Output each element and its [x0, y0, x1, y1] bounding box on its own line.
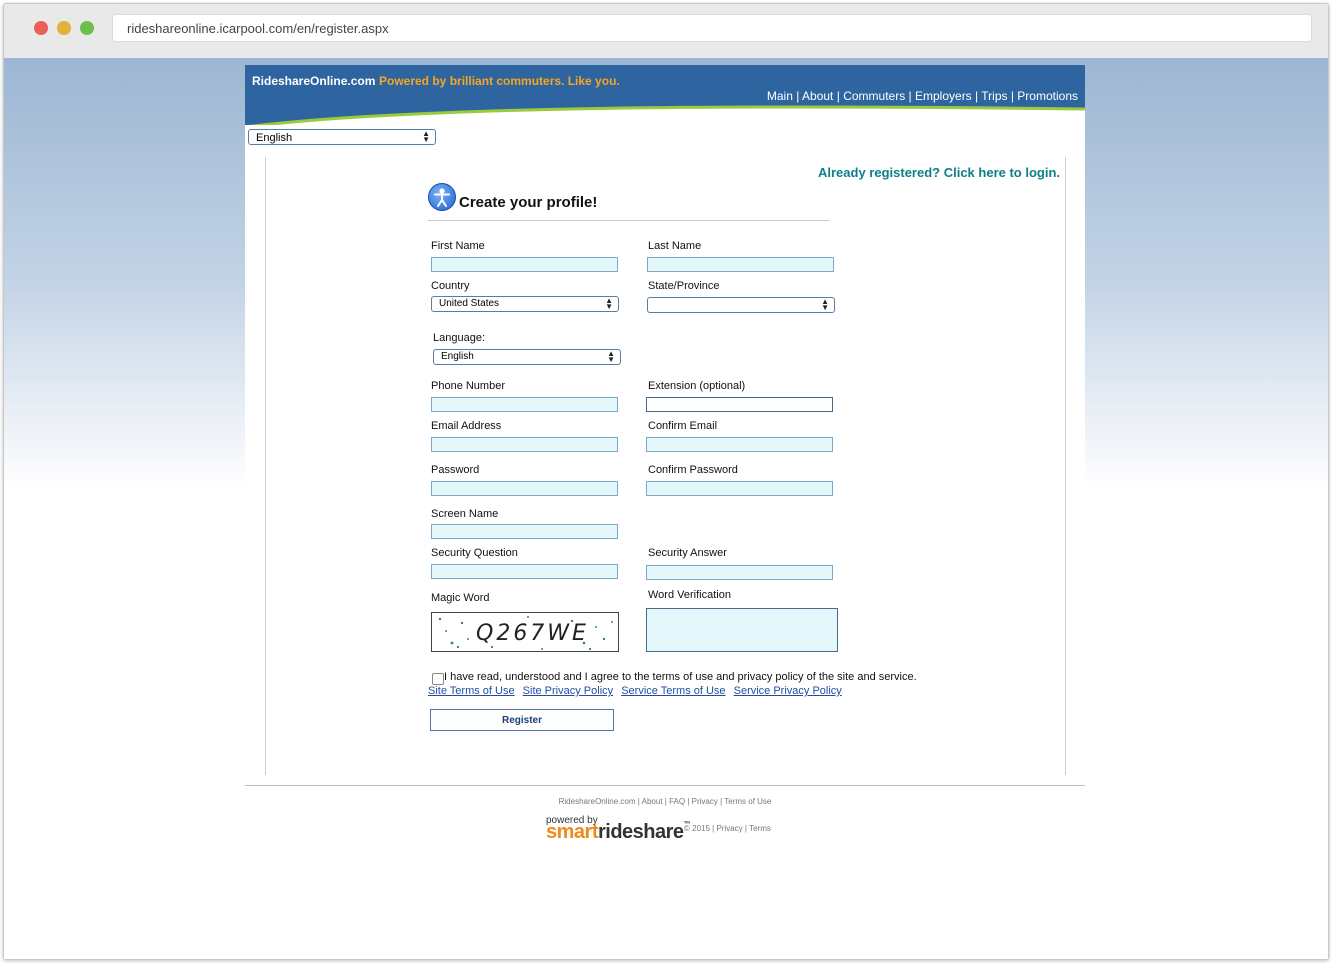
select-arrows-icon: ▲ ▼	[605, 296, 613, 311]
select-arrows-icon: ▲ ▼	[607, 349, 615, 364]
footer-divider	[245, 785, 1085, 786]
maximize-window-button[interactable]	[80, 21, 94, 35]
captcha-image: Q267WE	[431, 612, 619, 652]
confirm-email-label: Confirm Email	[648, 420, 718, 432]
email-label: Email Address	[431, 420, 502, 432]
nav-commuters[interactable]: Commuters	[843, 89, 905, 103]
page-title: Create your profile!	[459, 194, 598, 211]
site-tagline: Powered by brilliant commuters. Like you…	[379, 74, 620, 88]
nav-promotions[interactable]: Promotions	[1017, 89, 1078, 103]
state-label: State/Province	[648, 280, 720, 292]
nav-main[interactable]: Main	[767, 89, 793, 103]
last-name-input[interactable]	[647, 257, 834, 272]
footer-links: RideshareOnline.com | About | FAQ | Priv…	[558, 797, 772, 806]
extension-label: Extension (optional)	[648, 380, 746, 392]
address-bar[interactable]: rideshareonline.icarpool.com/en/register…	[112, 14, 1312, 42]
security-answer-label: Security Answer	[648, 547, 727, 559]
main-nav: Main | About | Commuters | Employers | T…	[766, 89, 1078, 103]
login-link[interactable]: Already registered? Click here to login.	[818, 165, 1060, 180]
page-viewport: RideshareOnline.com Powered by brilliant…	[4, 58, 1328, 959]
first-name-input[interactable]	[431, 257, 618, 272]
confirm-password-label: Confirm Password	[648, 464, 738, 476]
logo-smart: smart	[546, 821, 598, 843]
site-brand[interactable]: RideshareOnline.com	[252, 74, 375, 88]
footer-privacy-link[interactable]: Privacy	[692, 797, 718, 806]
title-divider	[428, 220, 830, 221]
select-arrows-icon: ▲ ▼	[422, 129, 430, 144]
powered-terms-link[interactable]: Terms	[749, 824, 771, 833]
state-select[interactable]: ▲ ▼	[647, 297, 835, 313]
powered-privacy-link[interactable]: Privacy	[716, 824, 742, 833]
service-terms-link[interactable]: Service Terms of Use	[621, 685, 725, 697]
phone-label: Phone Number	[431, 380, 505, 392]
register-button[interactable]: Register	[430, 709, 614, 731]
security-question-input[interactable]	[431, 564, 618, 579]
extension-input[interactable]	[646, 397, 833, 412]
security-answer-input[interactable]	[646, 565, 833, 580]
language-label: Language:	[433, 332, 485, 344]
password-label: Password	[431, 464, 480, 476]
confirm-email-input[interactable]	[646, 437, 833, 452]
agree-checkbox[interactable]	[432, 673, 444, 685]
password-input[interactable]	[431, 481, 618, 496]
person-icon	[428, 183, 456, 211]
site-privacy-link[interactable]: Site Privacy Policy	[523, 685, 613, 697]
nav-employers[interactable]: Employers	[915, 89, 972, 103]
site-terms-link[interactable]: Site Terms of Use	[428, 685, 515, 697]
minimize-window-button[interactable]	[57, 21, 71, 35]
select-arrows-icon: ▲ ▼	[821, 297, 829, 312]
footer-home-link[interactable]: RideshareOnline.com	[559, 797, 636, 806]
screen-name-input[interactable]	[431, 524, 618, 539]
browser-window: rideshareonline.icarpool.com/en/register…	[3, 3, 1329, 960]
smartrideshare-logo[interactable]: smartrideshare™	[546, 821, 691, 844]
nav-trips[interactable]: Trips	[981, 89, 1007, 103]
copyright-text: © 2015	[684, 824, 710, 833]
country-label: Country	[431, 280, 470, 292]
browser-toolbar: rideshareonline.icarpool.com/en/register…	[4, 4, 1328, 59]
policy-links: Site Terms of Use Site Privacy Policy Se…	[428, 685, 847, 697]
copyright: © 2015 | Privacy | Terms	[684, 824, 771, 833]
language-select[interactable]: English ▲ ▼	[433, 349, 621, 365]
phone-input[interactable]	[431, 397, 618, 412]
confirm-password-input[interactable]	[646, 481, 833, 496]
last-name-label: Last Name	[648, 240, 702, 252]
close-window-button[interactable]	[34, 21, 48, 35]
footer-about-link[interactable]: About	[642, 797, 663, 806]
word-verification-input[interactable]	[646, 608, 838, 652]
nav-about[interactable]: About	[802, 89, 833, 103]
word-verification-label: Word Verification	[648, 589, 731, 601]
footer-terms-link[interactable]: Terms of Use	[724, 797, 771, 806]
agree-text: I have read, understood and I agree to t…	[444, 671, 917, 683]
service-privacy-link[interactable]: Service Privacy Policy	[734, 685, 842, 697]
email-input[interactable]	[431, 437, 618, 452]
magic-word-label: Magic Word	[431, 592, 490, 604]
site-language-select[interactable]: English ▲ ▼	[248, 129, 436, 145]
logo-rideshare: rideshare	[597, 821, 684, 843]
country-select[interactable]: United States ▲ ▼	[431, 296, 619, 312]
screen-name-label: Screen Name	[431, 508, 499, 520]
security-question-label: Security Question	[431, 547, 518, 559]
first-name-label: First Name	[431, 240, 485, 252]
language-value: English	[441, 351, 474, 362]
footer-faq-link[interactable]: FAQ	[669, 797, 685, 806]
site-language-value: English	[256, 132, 293, 144]
country-value: United States	[439, 298, 500, 309]
page-container: RideshareOnline.com Powered by brilliant…	[245, 65, 1085, 959]
site-header: RideshareOnline.com Powered by brilliant…	[245, 65, 1085, 125]
header-swoosh	[249, 105, 1085, 125]
captcha-text: Q267WE	[476, 621, 589, 646]
